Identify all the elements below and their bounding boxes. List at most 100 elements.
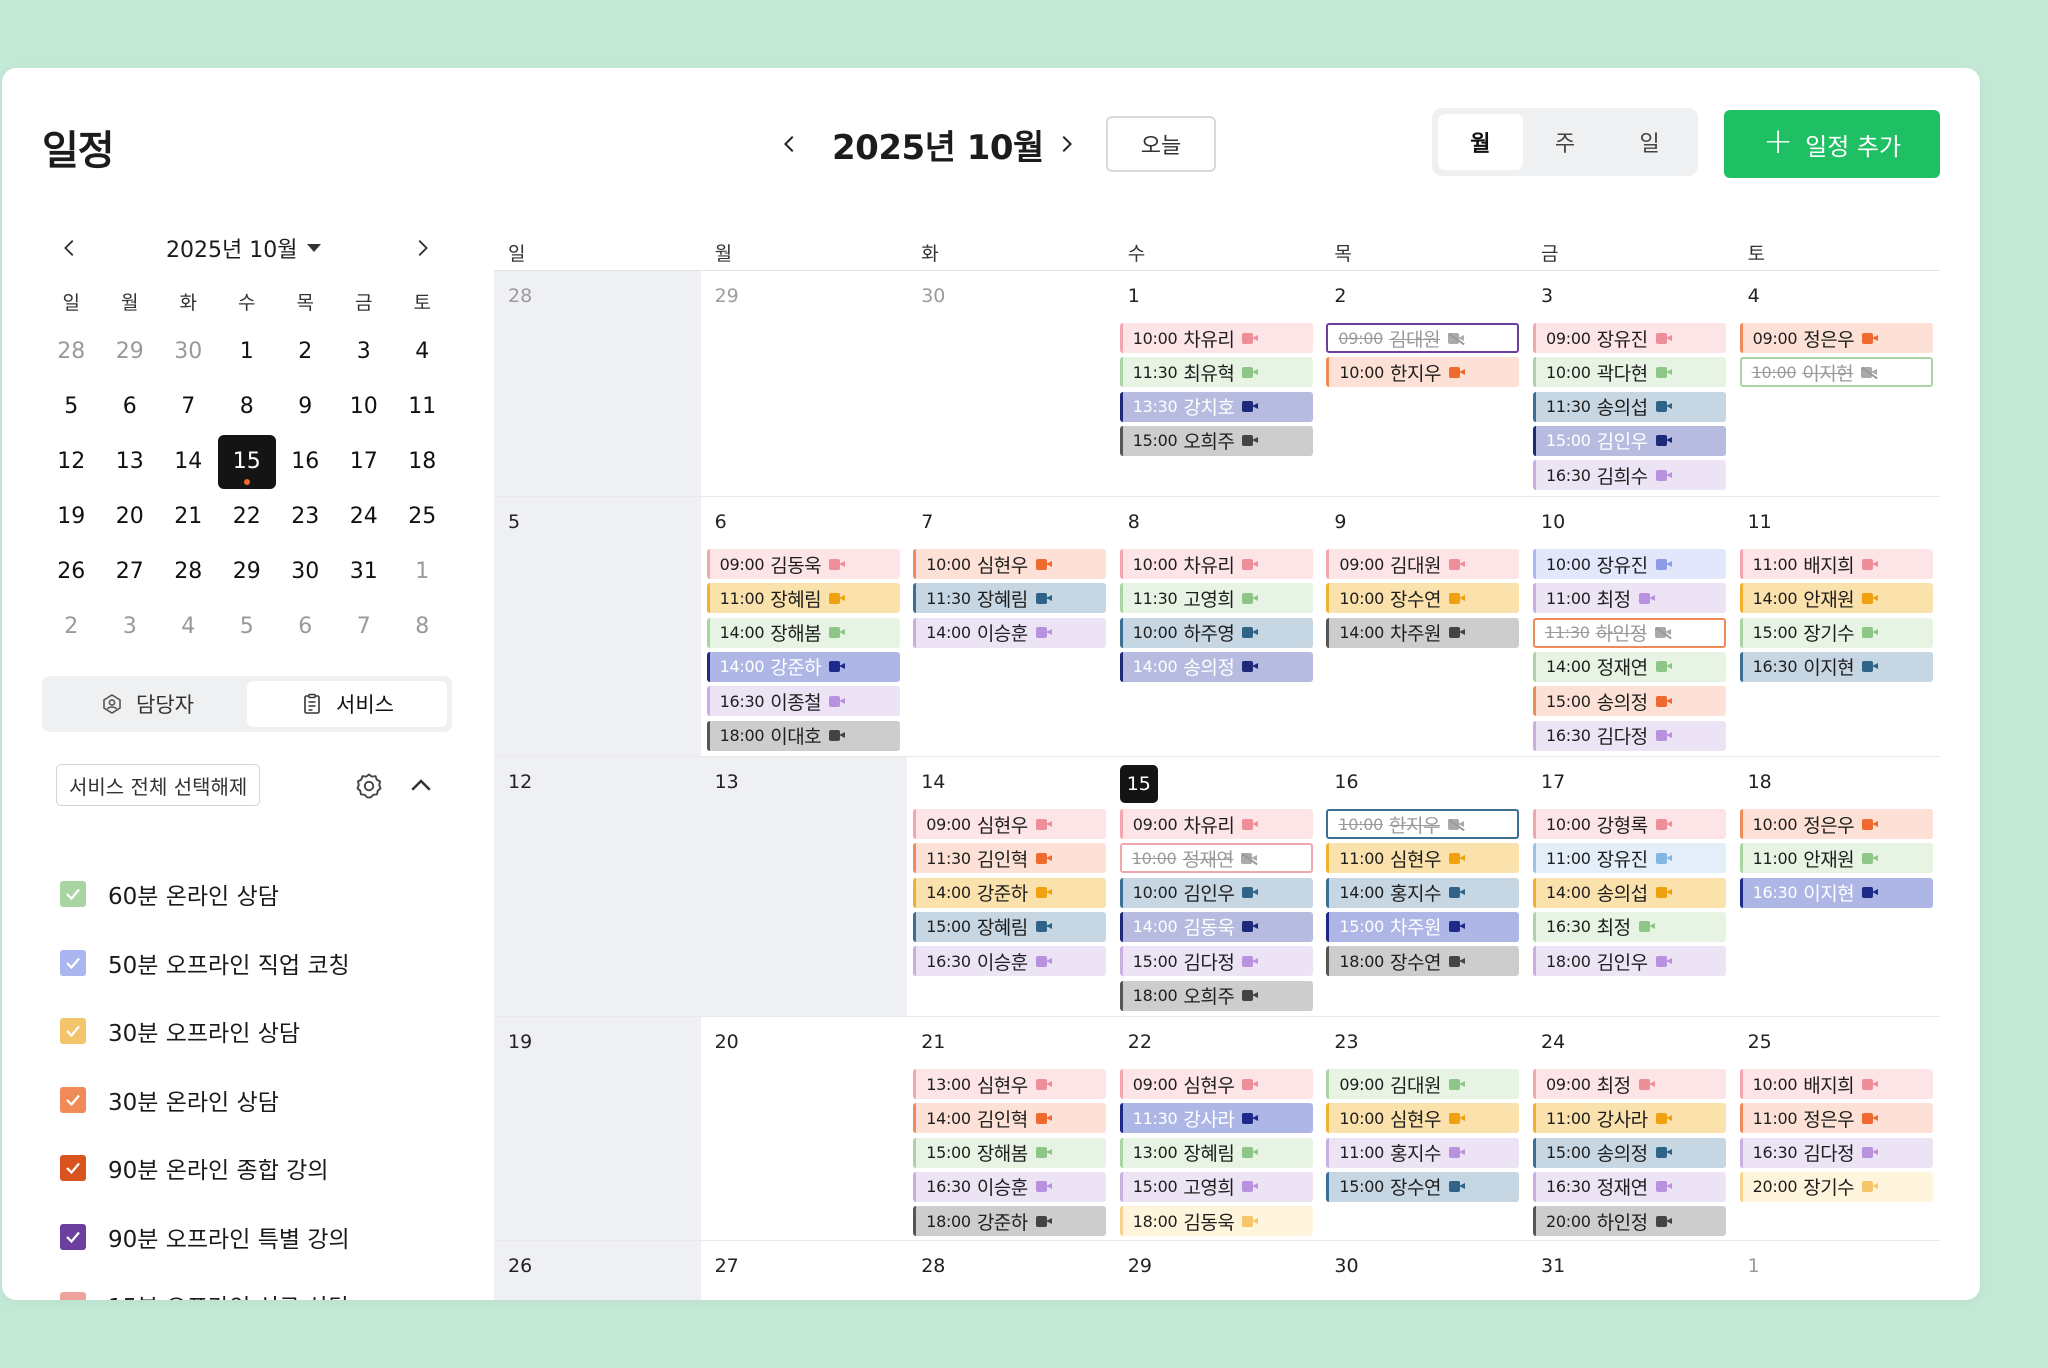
event-chip[interactable]: 16:30 이종철	[706, 686, 900, 717]
service-filter-item[interactable]: 15분 오프라인 신규 상담	[60, 1271, 460, 1300]
event-chip[interactable]: 15:00 장기수	[1739, 617, 1933, 648]
event-chip[interactable]: 11:00 정은우	[1739, 1103, 1933, 1134]
calendar-day-cell[interactable]: 1	[1734, 1241, 1941, 1300]
event-chip[interactable]: 18:00 오희주	[1119, 980, 1313, 1011]
service-filter-item[interactable]: 90분 오프라인 특별 강의	[60, 1203, 460, 1272]
calendar-day-cell[interactable]: 14 09:00 심현우 11:30 김인혁 14:00 강준하 15:00 장혜림 16:30 이…	[907, 757, 1114, 1016]
event-chip[interactable]: 10:00 정은우	[1739, 809, 1933, 839]
mini-day[interactable]: 4	[393, 324, 452, 379]
event-chip[interactable]: 09:00 장유진	[1533, 323, 1726, 353]
event-chip[interactable]: 11:30 송의섭	[1533, 391, 1726, 422]
event-chip[interactable]: 09:00 김대원	[1326, 1069, 1520, 1099]
mini-day[interactable]: 9	[276, 379, 335, 434]
event-chip[interactable]: 15:00 송의정	[1533, 1137, 1726, 1168]
mini-day[interactable]: 5	[218, 599, 277, 654]
event-chip[interactable]: 10:00 한지우	[1326, 357, 1520, 388]
service-checkbox[interactable]	[60, 1223, 86, 1250]
event-chip[interactable]: 16:30 김다정	[1739, 1137, 1933, 1168]
service-checkbox[interactable]	[60, 881, 86, 908]
mini-day[interactable]: 15	[217, 434, 277, 489]
event-chip[interactable]: 16:30 최정	[1533, 911, 1726, 942]
mini-day[interactable]: 26	[42, 544, 101, 599]
event-chip[interactable]: 09:00 김대원	[1326, 549, 1520, 579]
service-filter-item[interactable]: 90분 온라인 종합 강의	[60, 1134, 460, 1203]
event-chip[interactable]: 11:30 장혜림	[913, 583, 1107, 614]
event-chip[interactable]: 14:00 강준하	[706, 651, 900, 682]
calendar-day-cell[interactable]: 28	[907, 1241, 1114, 1300]
mini-day[interactable]: 25	[393, 489, 452, 544]
calendar-day-cell[interactable]: 17 10:00 강형록 11:00 장유진 14:00 송의섭 16:30 최정 18:00 김인…	[1527, 757, 1734, 1016]
event-chip[interactable]: 14:00 장해봄	[706, 617, 900, 648]
calendar-day-cell[interactable]: 22 09:00 심현우 11:30 강사라 13:00 장혜림 15:00 고영희 18:00 김…	[1114, 1017, 1321, 1240]
event-chip[interactable]: 11:00 홍지수	[1326, 1137, 1520, 1168]
event-chip[interactable]: 14:00 차주원	[1326, 617, 1520, 648]
event-chip[interactable]: 14:00 송의정	[1119, 651, 1313, 682]
calendar-day-cell[interactable]: 31	[1527, 1241, 1734, 1300]
mini-day[interactable]: 22	[218, 489, 277, 544]
calendar-day-cell[interactable]: 10 10:00 장유진 11:00 최정 11:30 하인정 14:00 정재연 15:00 송의…	[1527, 497, 1734, 756]
view-week-tab[interactable]: 주	[1523, 114, 1608, 170]
event-chip[interactable]: 10:00 차유리	[1119, 323, 1313, 353]
event-chip[interactable]: 09:00 정은우	[1739, 323, 1933, 353]
event-chip[interactable]: 16:30 이지현	[1739, 651, 1933, 682]
mini-day[interactable]: 28	[42, 324, 101, 379]
event-chip[interactable]: 16:30 이지현	[1739, 877, 1933, 908]
calendar-day-cell[interactable]: 20	[701, 1017, 908, 1240]
mini-day[interactable]: 13	[101, 434, 160, 489]
calendar-day-cell[interactable]: 26	[494, 1241, 701, 1300]
calendar-day-cell[interactable]: 13	[700, 757, 908, 1016]
mini-day[interactable]: 2	[276, 324, 335, 379]
event-chip[interactable]: 11:00 장유진	[1533, 843, 1726, 874]
mini-day[interactable]: 14	[159, 434, 218, 489]
mini-day[interactable]: 3	[101, 599, 160, 654]
event-chip[interactable]: 20:00 장기수	[1739, 1171, 1933, 1202]
event-chip[interactable]: 14:00 안재원	[1739, 583, 1933, 614]
event-chip[interactable]: 10:00 심현우	[1326, 1103, 1520, 1134]
event-chip[interactable]: 10:00 장유진	[1533, 549, 1726, 579]
calendar-day-cell[interactable]: 24 09:00 최정 11:00 강사라 15:00 송의정 16:30 정재연 20:00 하인…	[1527, 1017, 1734, 1240]
event-chip[interactable]: 10:00 배지희	[1739, 1069, 1933, 1099]
event-chip[interactable]: 10:00 하주영	[1119, 617, 1313, 648]
mini-day[interactable]: 10	[335, 379, 394, 434]
next-month-button[interactable]	[1048, 126, 1084, 162]
cancelled-event-chip[interactable]: 11:30 하인정	[1533, 617, 1726, 648]
deselect-all-services-button[interactable]: 서비스 전체 선택해제	[56, 764, 261, 806]
event-chip[interactable]: 09:00 심현우	[1119, 1069, 1313, 1099]
event-chip[interactable]: 15:00 차주원	[1326, 911, 1520, 942]
event-chip[interactable]: 11:30 고영희	[1119, 583, 1313, 614]
event-chip[interactable]: 11:00 안재원	[1739, 843, 1933, 874]
event-chip[interactable]: 15:00 김다정	[1119, 946, 1313, 977]
calendar-day-cell[interactable]: 23 09:00 김대원 10:00 심현우 11:00 홍지수 15:00 장수연	[1320, 1017, 1527, 1240]
calendar-day-cell[interactable]: 11 11:00 배지희 14:00 안재원 15:00 장기수 16:30 이지현	[1734, 497, 1941, 756]
event-chip[interactable]: 16:30 김다정	[1533, 720, 1726, 751]
mini-day[interactable]: 5	[42, 379, 101, 434]
mini-day[interactable]: 8	[393, 599, 452, 654]
calendar-day-cell[interactable]: 6 09:00 김동욱 11:00 장혜림 14:00 장해봄 14:00 강준하 16:30 이종…	[701, 497, 908, 756]
event-chip[interactable]: 14:00 이승훈	[913, 617, 1107, 648]
event-chip[interactable]: 10:00 곽다현	[1533, 357, 1726, 388]
event-chip[interactable]: 18:00 장수연	[1326, 946, 1520, 977]
calendar-day-cell[interactable]: 5	[494, 497, 701, 756]
calendar-day-cell[interactable]: 16 10:00 한지우 11:00 심현우 14:00 홍지수 15:00 차주원 18:00 장…	[1320, 757, 1527, 1016]
mini-day[interactable]: 16	[276, 434, 335, 489]
calendar-day-cell[interactable]: 18 10:00 정은우 11:00 안재원 16:30 이지현	[1734, 757, 1941, 1016]
mini-day[interactable]: 30	[159, 324, 218, 379]
calendar-day-cell[interactable]: 30	[1320, 1241, 1527, 1300]
event-chip[interactable]: 10:00 차유리	[1119, 549, 1313, 579]
view-month-tab[interactable]: 월	[1438, 114, 1523, 170]
calendar-day-cell[interactable]: 4 09:00 정은우 10:00 이지현	[1734, 271, 1941, 496]
service-filter-item[interactable]: 30분 온라인 상담	[60, 1066, 460, 1135]
calendar-day-cell[interactable]: 9 09:00 김대원 10:00 장수연 14:00 차주원	[1320, 497, 1527, 756]
mini-day[interactable]: 11	[393, 379, 452, 434]
prev-month-button[interactable]	[772, 126, 808, 162]
mini-day[interactable]: 18	[393, 434, 452, 489]
mini-day[interactable]: 6	[276, 599, 335, 654]
event-chip[interactable]: 15:00 장혜림	[913, 911, 1107, 942]
event-chip[interactable]: 14:00 김동욱	[1119, 911, 1313, 942]
mini-month-picker[interactable]: 2025년 10월	[166, 232, 322, 264]
mini-day[interactable]: 7	[159, 379, 218, 434]
event-chip[interactable]: 15:00 장수연	[1326, 1171, 1520, 1202]
event-chip[interactable]: 11:30 김인혁	[913, 843, 1107, 874]
calendar-day-cell[interactable]: 19	[494, 1017, 701, 1240]
calendar-day-cell[interactable]: 1 10:00 차유리 11:30 최유혁 13:30 강치호 15:00 오희주	[1114, 271, 1321, 496]
